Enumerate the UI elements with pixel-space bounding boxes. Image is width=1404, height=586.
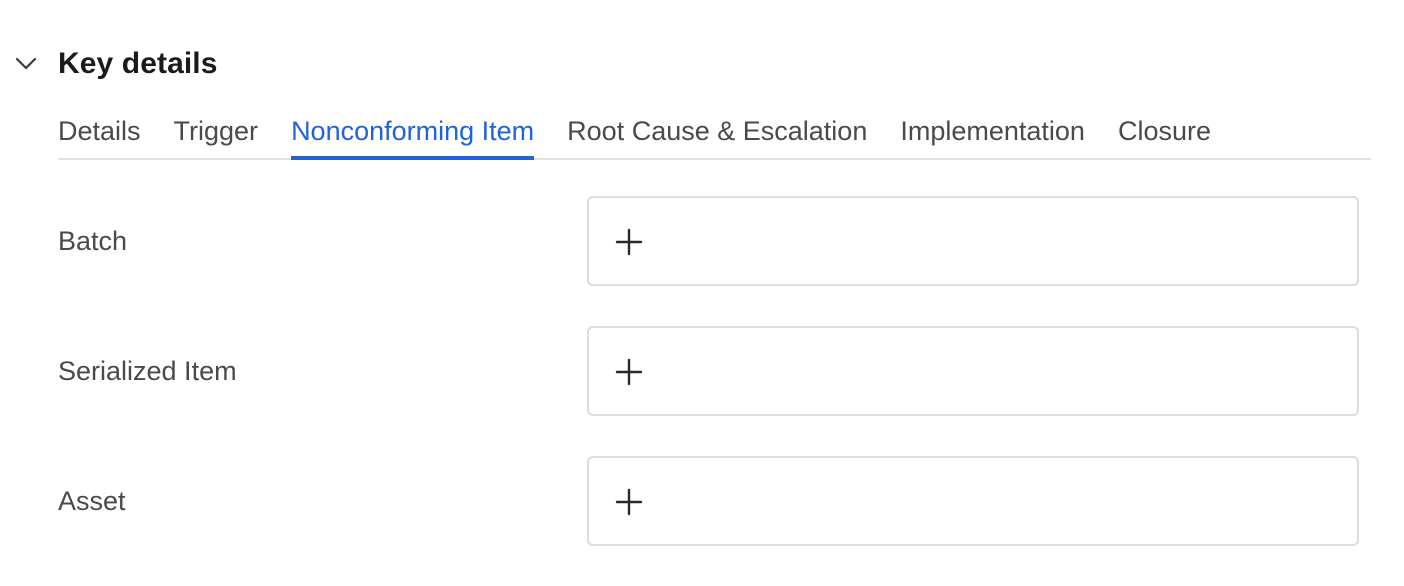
plus-icon [615, 358, 643, 386]
plus-icon [615, 228, 643, 256]
field-row-asset: Asset [58, 456, 1359, 546]
plus-icon [615, 488, 643, 516]
section-title: Key details [58, 47, 218, 80]
section-header: Key details [12, 42, 218, 86]
tab-nonconforming-item[interactable]: Nonconforming Item [291, 104, 535, 160]
tab-closure[interactable]: Closure [1118, 104, 1211, 158]
tab-details[interactable]: Details [58, 104, 141, 158]
chevron-down-icon[interactable] [12, 50, 40, 78]
tab-bar: Details Trigger Nonconforming Item Root … [58, 104, 1371, 160]
asset-add-field[interactable] [587, 456, 1359, 546]
serialized-item-add-field[interactable] [587, 326, 1359, 416]
field-label-serialized-item: Serialized Item [58, 355, 237, 386]
field-label-asset: Asset [58, 485, 126, 516]
batch-add-field[interactable] [587, 196, 1359, 286]
tab-root-cause-escalation[interactable]: Root Cause & Escalation [567, 104, 867, 158]
field-row-batch: Batch [58, 196, 1359, 286]
tab-trigger[interactable]: Trigger [174, 104, 259, 158]
field-row-serialized-item: Serialized Item [58, 326, 1359, 416]
field-label-batch: Batch [58, 225, 128, 256]
page: Key details Details Trigger Nonconformin… [0, 0, 1404, 586]
tab-implementation[interactable]: Implementation [900, 104, 1085, 158]
